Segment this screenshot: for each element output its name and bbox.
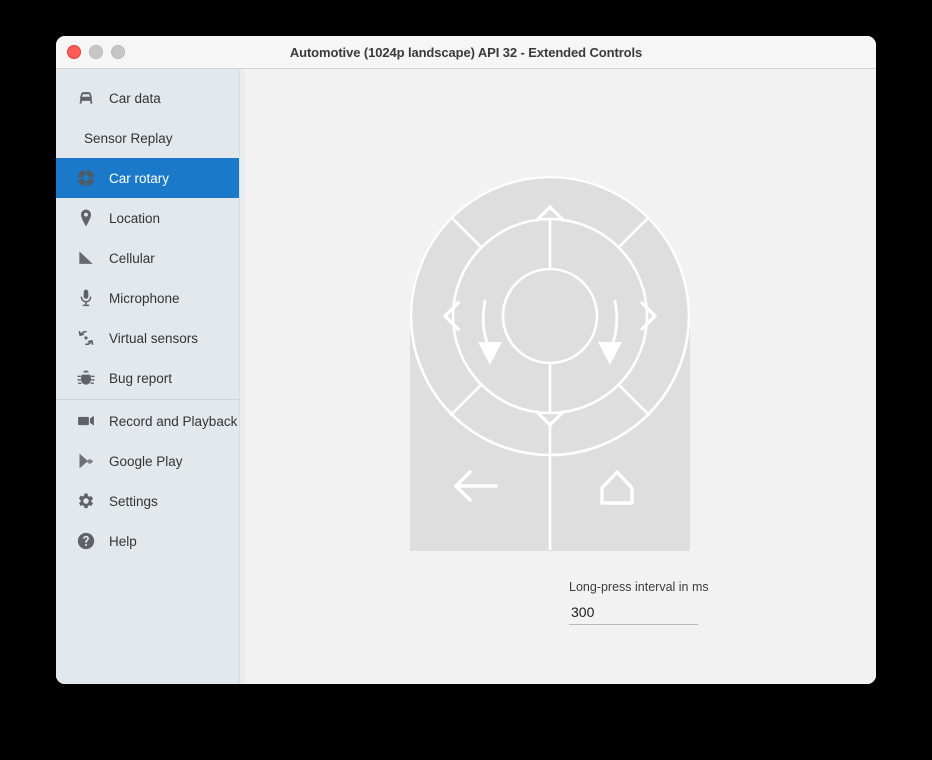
sidebar-item-label: Cellular: [109, 251, 155, 266]
sidebar-item-settings[interactable]: Settings: [56, 481, 245, 521]
sidebar-item-location[interactable]: Location: [56, 198, 245, 238]
sidebar-item-cellular[interactable]: Cellular: [56, 238, 245, 278]
screen: Automotive (1024p landscape) API 32 - Ex…: [0, 0, 932, 760]
traffic-light-buttons: [67, 36, 125, 68]
sidebar-item-label: Car rotary: [109, 171, 169, 186]
sidebar-item-car-data[interactable]: Car data: [56, 78, 245, 118]
sidebar-item-record-and-playback[interactable]: Record and Playback: [56, 401, 245, 441]
close-button[interactable]: [67, 45, 81, 59]
rotary-icon: [75, 167, 97, 189]
sidebar-nav-list: Car data Sensor Replay Car rotary Locatio…: [56, 78, 245, 561]
minimize-button[interactable]: [89, 45, 103, 59]
location-pin-icon: [75, 207, 97, 229]
sidebar-item-label: Bug report: [109, 371, 172, 386]
sidebar-item-microphone[interactable]: Microphone: [56, 278, 245, 318]
sidebar-item-car-rotary[interactable]: Car rotary: [56, 158, 245, 198]
sidebar-item-label: Settings: [109, 494, 158, 509]
sidebar-item-label: Virtual sensors: [109, 331, 198, 346]
microphone-icon: [75, 287, 97, 309]
bug-icon: [75, 367, 97, 389]
window-title: Automotive (1024p landscape) API 32 - Ex…: [56, 45, 876, 60]
sidebar-item-label: Microphone: [109, 291, 180, 306]
window-body: Car data Sensor Replay Car rotary Locatio…: [56, 69, 876, 684]
sidebar-item-label: Car data: [109, 91, 161, 106]
sidebar-item-label: Location: [109, 211, 160, 226]
car-icon: [75, 87, 97, 109]
sidebar-item-virtual-sensors[interactable]: Virtual sensors: [56, 318, 245, 358]
sidebar-item-label: Record and Playback: [109, 414, 237, 429]
rotation-orbit-icon: [75, 327, 97, 349]
sidebar-item-label: Google Play: [109, 454, 183, 469]
car-rotary-control[interactable]: [410, 176, 690, 551]
maximize-button[interactable]: [111, 45, 125, 59]
sidebar-item-help[interactable]: Help: [56, 521, 245, 561]
sidebar: Car data Sensor Replay Car rotary Locatio…: [56, 69, 245, 684]
sidebar-item-label: Help: [109, 534, 137, 549]
sidebar-item-google-play[interactable]: Google Play: [56, 441, 245, 481]
sidebar-divider: [56, 399, 245, 400]
window-titlebar: Automotive (1024p landscape) API 32 - Ex…: [56, 36, 876, 69]
sidebar-item-sensor-replay[interactable]: Sensor Replay: [56, 118, 245, 158]
video-camera-icon: [75, 410, 97, 432]
main-content: Long-press interval in ms: [245, 69, 876, 684]
long-press-interval-label: Long-press interval in ms: [569, 580, 749, 594]
sidebar-item-bug-report[interactable]: Bug report: [56, 358, 245, 398]
long-press-interval-field: Long-press interval in ms: [569, 580, 749, 625]
sidebar-item-label: Sensor Replay: [84, 131, 173, 146]
long-press-interval-input[interactable]: [569, 602, 698, 625]
help-circle-icon: [75, 530, 97, 552]
google-play-icon: [75, 450, 97, 472]
extended-controls-window: Automotive (1024p landscape) API 32 - Ex…: [56, 36, 876, 684]
gear-icon: [75, 490, 97, 512]
signal-bars-icon: [75, 247, 97, 269]
